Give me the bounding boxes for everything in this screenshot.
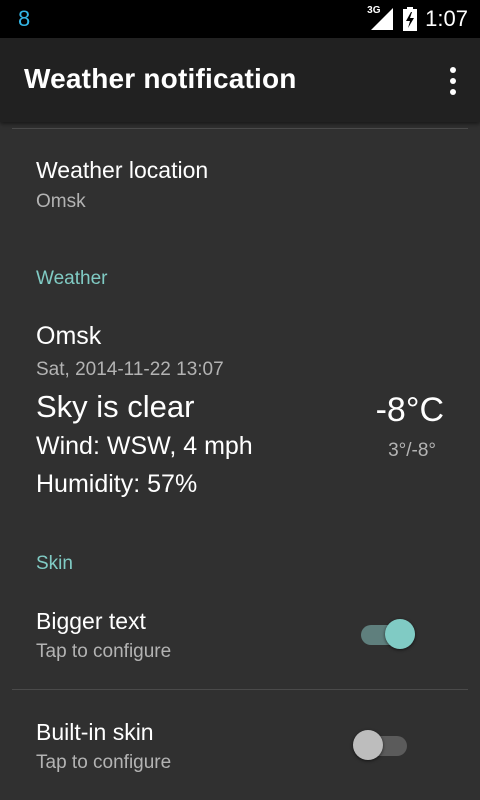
switch-thumb <box>353 730 383 760</box>
overflow-dot <box>450 89 456 95</box>
weather-city: Omsk <box>36 322 102 350</box>
weather-temp-range: 3°/-8° <box>388 440 436 461</box>
overflow-dot <box>450 67 456 73</box>
weather-description: Sky is clear <box>36 389 195 424</box>
pref-summary: Tap to configure <box>36 752 172 773</box>
status-bar: 8 3G 1:07 <box>0 0 480 38</box>
pref-bigger-text[interactable]: Bigger text Tap to configure <box>0 595 480 685</box>
pref-title: Built-in skin <box>36 719 154 745</box>
weather-wind: Wind: WSW, 4 mph <box>36 432 253 460</box>
pref-weather-location[interactable]: Weather location Omsk <box>0 140 480 230</box>
app-title: Weather notification <box>24 63 297 94</box>
divider <box>12 689 468 690</box>
pref-summary: Omsk <box>36 191 86 212</box>
bigger-text-switch[interactable] <box>361 615 415 651</box>
section-header-skin: Skin <box>36 553 73 574</box>
weather-datetime: Sat, 2014-11-22 13:07 <box>36 359 224 380</box>
weather-temperature: -8°C <box>375 391 444 429</box>
status-icons: 3G 1:07 <box>367 0 468 38</box>
more-vert-icon[interactable] <box>448 67 458 95</box>
pref-title: Weather location <box>36 157 209 183</box>
app-bar: Weather notification <box>0 38 480 122</box>
pref-title: Bigger text <box>36 608 146 634</box>
switch-thumb <box>385 619 415 649</box>
pref-summary: Tap to configure <box>36 641 172 662</box>
weather-humidity: Humidity: 57% <box>36 470 198 498</box>
notification-icon: 8 <box>18 6 31 31</box>
builtin-skin-switch[interactable] <box>353 726 407 762</box>
battery-charging-icon <box>403 7 418 31</box>
pref-builtin-skin[interactable]: Built-in skin Tap to configure <box>0 700 480 800</box>
network-type-label: 3G <box>367 5 381 16</box>
overflow-dot <box>450 78 456 84</box>
section-header-weather: Weather <box>36 268 108 289</box>
clock: 1:07 <box>425 6 468 31</box>
divider <box>12 128 468 129</box>
signal-icon: 3G <box>367 5 395 32</box>
